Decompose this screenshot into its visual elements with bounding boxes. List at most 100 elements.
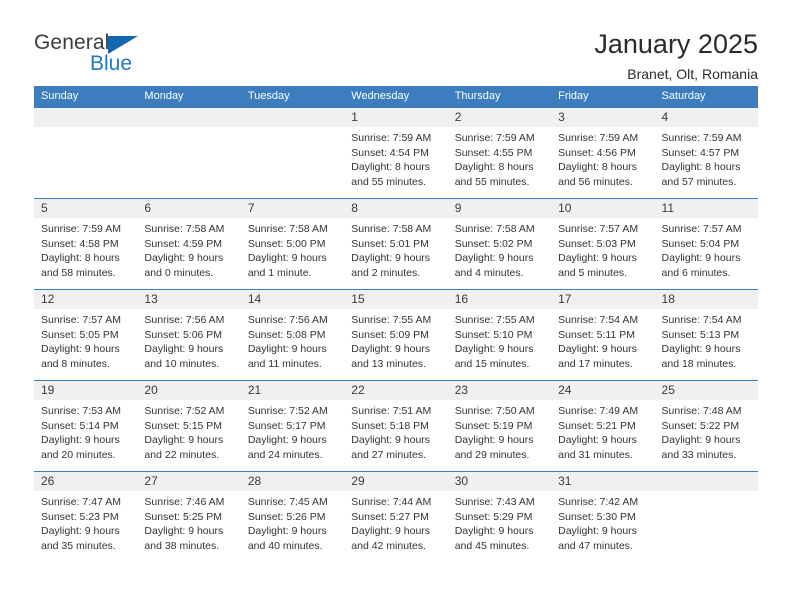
day-cell[interactable]: Sunrise: 7:54 AM Sunset: 5:11 PM Dayligh…: [551, 309, 654, 380]
day-cell[interactable]: Sunrise: 7:44 AM Sunset: 5:27 PM Dayligh…: [344, 491, 447, 562]
day-cell[interactable]: Sunrise: 7:55 AM Sunset: 5:10 PM Dayligh…: [448, 309, 551, 380]
day-number[interactable]: 5: [34, 199, 137, 218]
day-number[interactable]: 4: [655, 108, 758, 127]
day-cell[interactable]: Sunrise: 7:56 AM Sunset: 5:06 PM Dayligh…: [137, 309, 240, 380]
sunrise-text: Sunrise: 7:59 AM: [454, 132, 535, 144]
day-number[interactable]: 28: [241, 472, 344, 491]
day-number[interactable]: 18: [655, 290, 758, 309]
daylight-text-1: Daylight: 8 hours: [454, 161, 534, 174]
daylight-text-1: Daylight: 9 hours: [558, 525, 637, 538]
day-cell[interactable]: Sunrise: 7:54 AM Sunset: 5:13 PM Dayligh…: [655, 309, 758, 380]
day-number[interactable]: 25: [655, 381, 758, 400]
day-cell[interactable]: Sunrise: 7:56 AM Sunset: 5:08 PM Dayligh…: [241, 309, 344, 380]
daylight-text-1: Daylight: 9 hours: [41, 525, 120, 538]
day-cell[interactable]: Sunrise: 7:55 AM Sunset: 5:09 PM Dayligh…: [344, 309, 447, 380]
day-cell[interactable]: Sunrise: 7:51 AM Sunset: 5:18 PM Dayligh…: [344, 400, 447, 471]
day-number[interactable]: 22: [344, 381, 447, 400]
day-number[interactable]: 24: [551, 381, 654, 400]
day-number[interactable]: 17: [551, 290, 654, 309]
day-cell[interactable]: Sunrise: 7:59 AM Sunset: 4:54 PM Dayligh…: [344, 127, 447, 198]
sunset-text: Sunset: 5:18 PM: [351, 419, 429, 432]
page-title: January 2025: [594, 29, 758, 59]
daylight-text-2: and 1 minute.: [247, 266, 312, 279]
day-cell[interactable]: Sunrise: 7:46 AM Sunset: 5:25 PM Dayligh…: [137, 491, 240, 562]
day-number[interactable]: 7: [241, 199, 344, 218]
day-number[interactable]: 12: [34, 290, 137, 309]
day-cell[interactable]: [34, 127, 137, 198]
daylight-text-1: Daylight: 9 hours: [661, 434, 741, 447]
day-cell[interactable]: Sunrise: 7:49 AM Sunset: 5:21 PM Dayligh…: [551, 400, 654, 471]
day-cell[interactable]: Sunrise: 7:58 AM Sunset: 5:00 PM Dayligh…: [241, 218, 344, 289]
day-number[interactable]: 14: [241, 290, 344, 309]
day-number[interactable]: 27: [137, 472, 240, 491]
day-number[interactable]: 16: [448, 290, 551, 309]
day-cell[interactable]: Sunrise: 7:52 AM Sunset: 5:17 PM Dayligh…: [241, 400, 344, 471]
day-cell[interactable]: Sunrise: 7:59 AM Sunset: 4:58 PM Dayligh…: [34, 218, 137, 289]
day-cell[interactable]: Sunrise: 7:57 AM Sunset: 5:04 PM Dayligh…: [655, 218, 758, 289]
sunset-text: Sunset: 4:57 PM: [661, 146, 740, 159]
logo-text-blue: Blue: [90, 52, 133, 75]
day-cell[interactable]: [655, 491, 758, 562]
day-cell[interactable]: Sunrise: 7:50 AM Sunset: 5:19 PM Dayligh…: [448, 400, 551, 471]
day-number[interactable]: 31: [551, 472, 654, 491]
sunset-text: Sunset: 5:01 PM: [351, 237, 429, 250]
day-cell[interactable]: Sunrise: 7:59 AM Sunset: 4:55 PM Dayligh…: [448, 127, 551, 198]
day-cell[interactable]: Sunrise: 7:45 AM Sunset: 5:26 PM Dayligh…: [241, 491, 344, 562]
daylight-text-1: Daylight: 9 hours: [247, 434, 327, 447]
day-cell[interactable]: Sunrise: 7:43 AM Sunset: 5:29 PM Dayligh…: [448, 491, 551, 562]
day-cell[interactable]: [137, 127, 240, 198]
day-number[interactable]: 8: [344, 199, 447, 218]
day-number[interactable]: 23: [448, 381, 551, 400]
day-cell[interactable]: Sunrise: 7:42 AM Sunset: 5:30 PM Dayligh…: [551, 491, 654, 562]
day-cell[interactable]: Sunrise: 7:58 AM Sunset: 5:02 PM Dayligh…: [448, 218, 551, 289]
day-cell[interactable]: Sunrise: 7:59 AM Sunset: 4:57 PM Dayligh…: [655, 127, 758, 198]
sunrise-text: Sunrise: 7:59 AM: [661, 132, 742, 144]
sunrise-text: Sunrise: 7:58 AM: [247, 223, 328, 235]
day-number[interactable]: 10: [551, 199, 654, 218]
day-number[interactable]: 29: [344, 472, 447, 491]
day-number[interactable]: 3: [551, 108, 654, 127]
sunset-text: Sunset: 4:56 PM: [558, 146, 636, 159]
day-number[interactable]: 1: [344, 108, 447, 127]
day-cell[interactable]: Sunrise: 7:59 AM Sunset: 4:56 PM Dayligh…: [551, 127, 654, 198]
daylight-text-1: Daylight: 9 hours: [247, 525, 327, 538]
day-number-band: 12 13 14 15 16 17 18: [34, 290, 758, 309]
sunset-text: Sunset: 5:04 PM: [661, 237, 740, 250]
day-number[interactable]: 20: [137, 381, 240, 400]
day-number[interactable]: 19: [34, 381, 137, 400]
day-number[interactable]: 11: [655, 199, 758, 218]
day-number[interactable]: [137, 108, 240, 127]
general-blue-logo[interactable]: General Blue: [34, 28, 184, 84]
day-number[interactable]: 21: [241, 381, 344, 400]
daylight-text-2: and 11 minutes.: [247, 357, 322, 370]
day-cells-row: Sunrise: 7:59 AM Sunset: 4:54 PM Dayligh…: [34, 127, 758, 198]
day-cell[interactable]: Sunrise: 7:48 AM Sunset: 5:22 PM Dayligh…: [655, 400, 758, 471]
daylight-text-1: Daylight: 9 hours: [558, 252, 637, 265]
daylight-text-2: and 40 minutes.: [247, 539, 323, 552]
day-cell[interactable]: Sunrise: 7:53 AM Sunset: 5:14 PM Dayligh…: [34, 400, 137, 471]
day-cells-row: Sunrise: 7:47 AM Sunset: 5:23 PM Dayligh…: [34, 491, 758, 562]
day-cell[interactable]: Sunrise: 7:47 AM Sunset: 5:23 PM Dayligh…: [34, 491, 137, 562]
daylight-text-2: and 27 minutes.: [351, 448, 426, 461]
day-number[interactable]: 9: [448, 199, 551, 218]
day-cell[interactable]: Sunrise: 7:57 AM Sunset: 5:05 PM Dayligh…: [34, 309, 137, 380]
day-number[interactable]: [241, 108, 344, 127]
day-number[interactable]: 30: [448, 472, 551, 491]
daylight-text-1: Daylight: 9 hours: [661, 252, 741, 265]
daylight-text-2: and 0 minutes.: [144, 266, 214, 279]
title-block: January 2025 Branet, Olt, Romania: [594, 28, 758, 84]
day-cell[interactable]: Sunrise: 7:58 AM Sunset: 5:01 PM Dayligh…: [344, 218, 447, 289]
day-number[interactable]: [34, 108, 137, 127]
sunset-text: Sunset: 4:54 PM: [351, 146, 429, 159]
day-number[interactable]: 2: [448, 108, 551, 127]
day-number[interactable]: 15: [344, 290, 447, 309]
day-cell[interactable]: [241, 127, 344, 198]
day-cell[interactable]: Sunrise: 7:52 AM Sunset: 5:15 PM Dayligh…: [137, 400, 240, 471]
day-number[interactable]: 6: [137, 199, 240, 218]
day-number[interactable]: [655, 472, 758, 491]
sunset-text: Sunset: 5:17 PM: [247, 419, 326, 432]
day-number[interactable]: 26: [34, 472, 137, 491]
day-cell[interactable]: Sunrise: 7:58 AM Sunset: 4:59 PM Dayligh…: [137, 218, 240, 289]
day-number[interactable]: 13: [137, 290, 240, 309]
day-cell[interactable]: Sunrise: 7:57 AM Sunset: 5:03 PM Dayligh…: [551, 218, 654, 289]
